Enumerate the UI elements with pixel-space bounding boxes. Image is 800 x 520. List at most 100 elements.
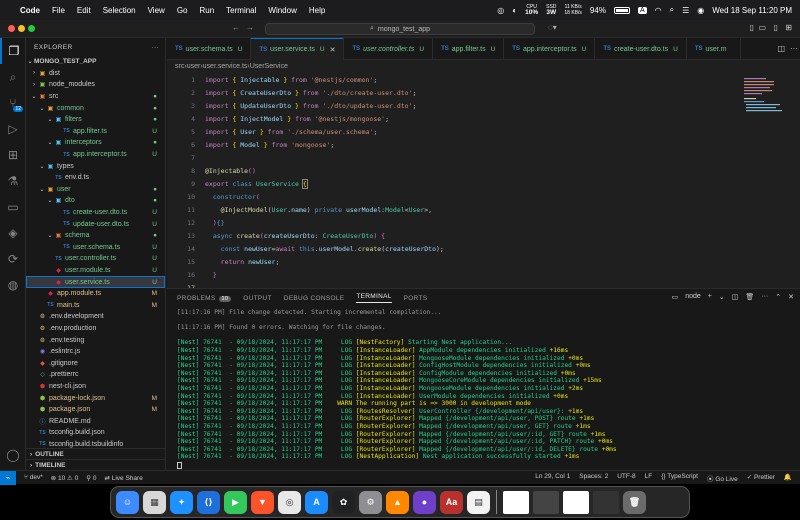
problems-status[interactable]: ⊗ 10 ⚠ 0 (51, 474, 79, 482)
control-center-icon[interactable]: ☰ (682, 6, 689, 15)
chevron-down-icon[interactable]: ⌄ (719, 293, 725, 301)
outline-section[interactable]: › OUTLINE (26, 448, 165, 459)
live-share-status[interactable]: ⇄ Live Share (104, 474, 142, 482)
menu-go[interactable]: Go (177, 6, 188, 15)
siri-icon[interactable]: ◉ (697, 6, 704, 15)
close-window-button[interactable] (8, 25, 15, 32)
notifications-icon[interactable]: 🔔 (784, 473, 792, 483)
wifi-icon[interactable]: ◠ (655, 6, 662, 15)
brave-icon[interactable]: ▼ (251, 490, 274, 514)
vscode-icon[interactable]: ⟨⟩ (197, 490, 220, 514)
panel-tab-problems[interactable]: PROBLEMS 10 (177, 295, 232, 302)
chrome-icon[interactable]: ◎ (278, 490, 301, 514)
copilot-icon[interactable]: ◌▾ (548, 23, 557, 32)
new-terminal-icon[interactable]: + (708, 293, 712, 301)
tree-item[interactable]: ⚙ .env.testing (26, 334, 165, 346)
tree-item[interactable]: TS app.interceptor.ts U (26, 149, 165, 161)
panel-tab-terminal[interactable]: TERMINAL (356, 293, 392, 303)
tree-item[interactable]: ◆ app.module.ts M (26, 288, 165, 300)
ports-status[interactable]: ⚲ 0 (86, 474, 96, 482)
editor-tab[interactable]: TS user.controller.ts U (344, 38, 434, 60)
tree-item[interactable]: ⌄ ▣ types (26, 160, 165, 172)
command-center-search[interactable]: ⌕ mongo_test_app (265, 23, 535, 35)
remote-indicator-icon[interactable]: ⌁ (0, 470, 16, 485)
tree-item[interactable]: ◆ .gitignore (26, 357, 165, 369)
github-icon[interactable]: ◍ (0, 272, 26, 298)
eol[interactable]: LF (645, 473, 653, 483)
menu-file[interactable]: File (52, 6, 65, 15)
chatgpt-icon[interactable]: ✿ (332, 490, 355, 514)
minimap[interactable] (744, 76, 794, 116)
tree-item[interactable]: TS update-user.dto.ts U (26, 218, 165, 230)
more-actions-icon[interactable]: ··· (151, 44, 159, 51)
editor-tab[interactable]: TS user.m (687, 38, 741, 60)
tree-item[interactable]: ⌄ ▣ interceptors ● (26, 137, 165, 149)
window-thumb-1-icon[interactable] (503, 490, 529, 514)
close-tab-icon[interactable]: ✕ (330, 46, 336, 54)
extensions-icon[interactable]: ⊞ (0, 142, 26, 168)
tree-item[interactable]: ⌄ ▣ schema ● (26, 230, 165, 242)
airdrop-icon[interactable]: ◎ (497, 6, 504, 15)
maximize-panel-icon[interactable]: ⌃ (775, 293, 781, 301)
ssd-stat[interactable]: SSD 3W (546, 4, 556, 16)
app-menu[interactable]: Code (20, 6, 40, 15)
tree-item[interactable]: ⌄ ▣ common ● (26, 102, 165, 114)
editor-tab[interactable]: TS create-user.dto.ts U (595, 38, 687, 60)
tree-item[interactable]: › ▣ node_modules (26, 79, 165, 91)
breadcrumb-item[interactable]: user.service.ts (203, 63, 248, 70)
breadcrumb-item[interactable]: UserService (250, 63, 288, 70)
tree-item[interactable]: ⚙ .env.development (26, 311, 165, 323)
editor-tab[interactable]: TS app.interceptor.ts U (504, 38, 596, 60)
tree-item[interactable]: ⌄ ▣ src ● (26, 91, 165, 103)
zoom-window-button[interactable] (28, 25, 35, 32)
panel-tab-output[interactable]: OUTPUT (243, 295, 272, 302)
launchpad-icon[interactable]: ▦ (143, 490, 166, 514)
window-thumb-2-icon[interactable] (533, 490, 559, 514)
terminal-output[interactable]: [11:17:16 PM] File change detected. Star… (177, 309, 617, 469)
editor-tab[interactable]: TS user.service.ts U ✕ (251, 38, 345, 60)
window-thumb-4-icon[interactable] (593, 490, 619, 514)
terminal-shell-name[interactable]: node (685, 293, 701, 301)
dictionary-icon[interactable]: Aa (440, 490, 463, 514)
split-terminal-icon[interactable]: ◫ (732, 293, 739, 301)
tree-item[interactable]: TS create-user.dto.ts U (26, 207, 165, 219)
vlc-icon[interactable]: ▲ (386, 490, 409, 514)
menu-run[interactable]: Run (199, 6, 214, 15)
trash-icon[interactable]: 🗑 (623, 490, 646, 514)
tree-item[interactable]: › ▣ dist (26, 68, 165, 80)
branch-status[interactable]: ⑂ dev* (24, 474, 43, 481)
explorer-icon[interactable]: ❐ (0, 38, 26, 64)
facetime-icon[interactable]: ▶ (224, 490, 247, 514)
tree-item[interactable]: ⌄ ▣ dto ● (26, 195, 165, 207)
tree-item[interactable]: ⓘ README.md (26, 415, 165, 427)
indentation[interactable]: Spaces: 2 (579, 473, 608, 483)
tree-item[interactable]: TS app.filter.ts U (26, 126, 165, 138)
panel-tab-ports[interactable]: PORTS (404, 295, 428, 302)
battery-percent[interactable]: 94% (590, 6, 606, 15)
tree-item[interactable]: ◇ .prettierrc (26, 369, 165, 381)
go-live-button[interactable]: ⦿ Go Live (707, 473, 738, 483)
tree-item[interactable]: TS env.d.ts (26, 172, 165, 184)
more-actions-icon[interactable]: ··· (790, 44, 798, 53)
tree-item[interactable]: ⚙ .env.production (26, 323, 165, 335)
prettier-status[interactable]: ✓ Prettier (747, 473, 775, 483)
tree-item[interactable]: ⌄ ▣ filters ● (26, 114, 165, 126)
code-editor[interactable]: 1 2 3 4 5 6 7 8 9 10 11 12 13 14 15 16 17 import { Injec… (167, 72, 800, 288)
project-root[interactable]: ⌄ MONGO_TEST_APP (26, 56, 165, 68)
remote-explorer-icon[interactable]: ▭ (0, 194, 26, 220)
tree-item[interactable]: ⬢ package.json M (26, 404, 165, 416)
keyboard-input-icon[interactable]: A (637, 6, 647, 14)
cpu-stat[interactable]: CPU 10% (525, 4, 538, 16)
finder-icon[interactable]: ☺ (116, 490, 139, 514)
live-share-icon[interactable]: ⟳ (0, 246, 26, 272)
timeline-section[interactable]: › TIMELINE (26, 459, 165, 470)
language-mode[interactable]: {} TypeScript (661, 473, 698, 483)
more-actions-icon[interactable]: ··· (761, 293, 768, 301)
panel-tab-debug-console[interactable]: DEBUG CONSOLE (284, 295, 345, 302)
tree-item[interactable]: ◆ user.service.ts U (26, 276, 165, 288)
toggle-secondary-sidebar-icon[interactable]: ▯ (774, 23, 778, 32)
cursor-position[interactable]: Ln 29, Col 1 (535, 473, 570, 483)
tree-item[interactable]: ◉ .eslintrc.js (26, 346, 165, 358)
run-debug-icon[interactable]: ▷ (0, 116, 26, 142)
kill-terminal-icon[interactable]: 🗑 (745, 293, 754, 301)
